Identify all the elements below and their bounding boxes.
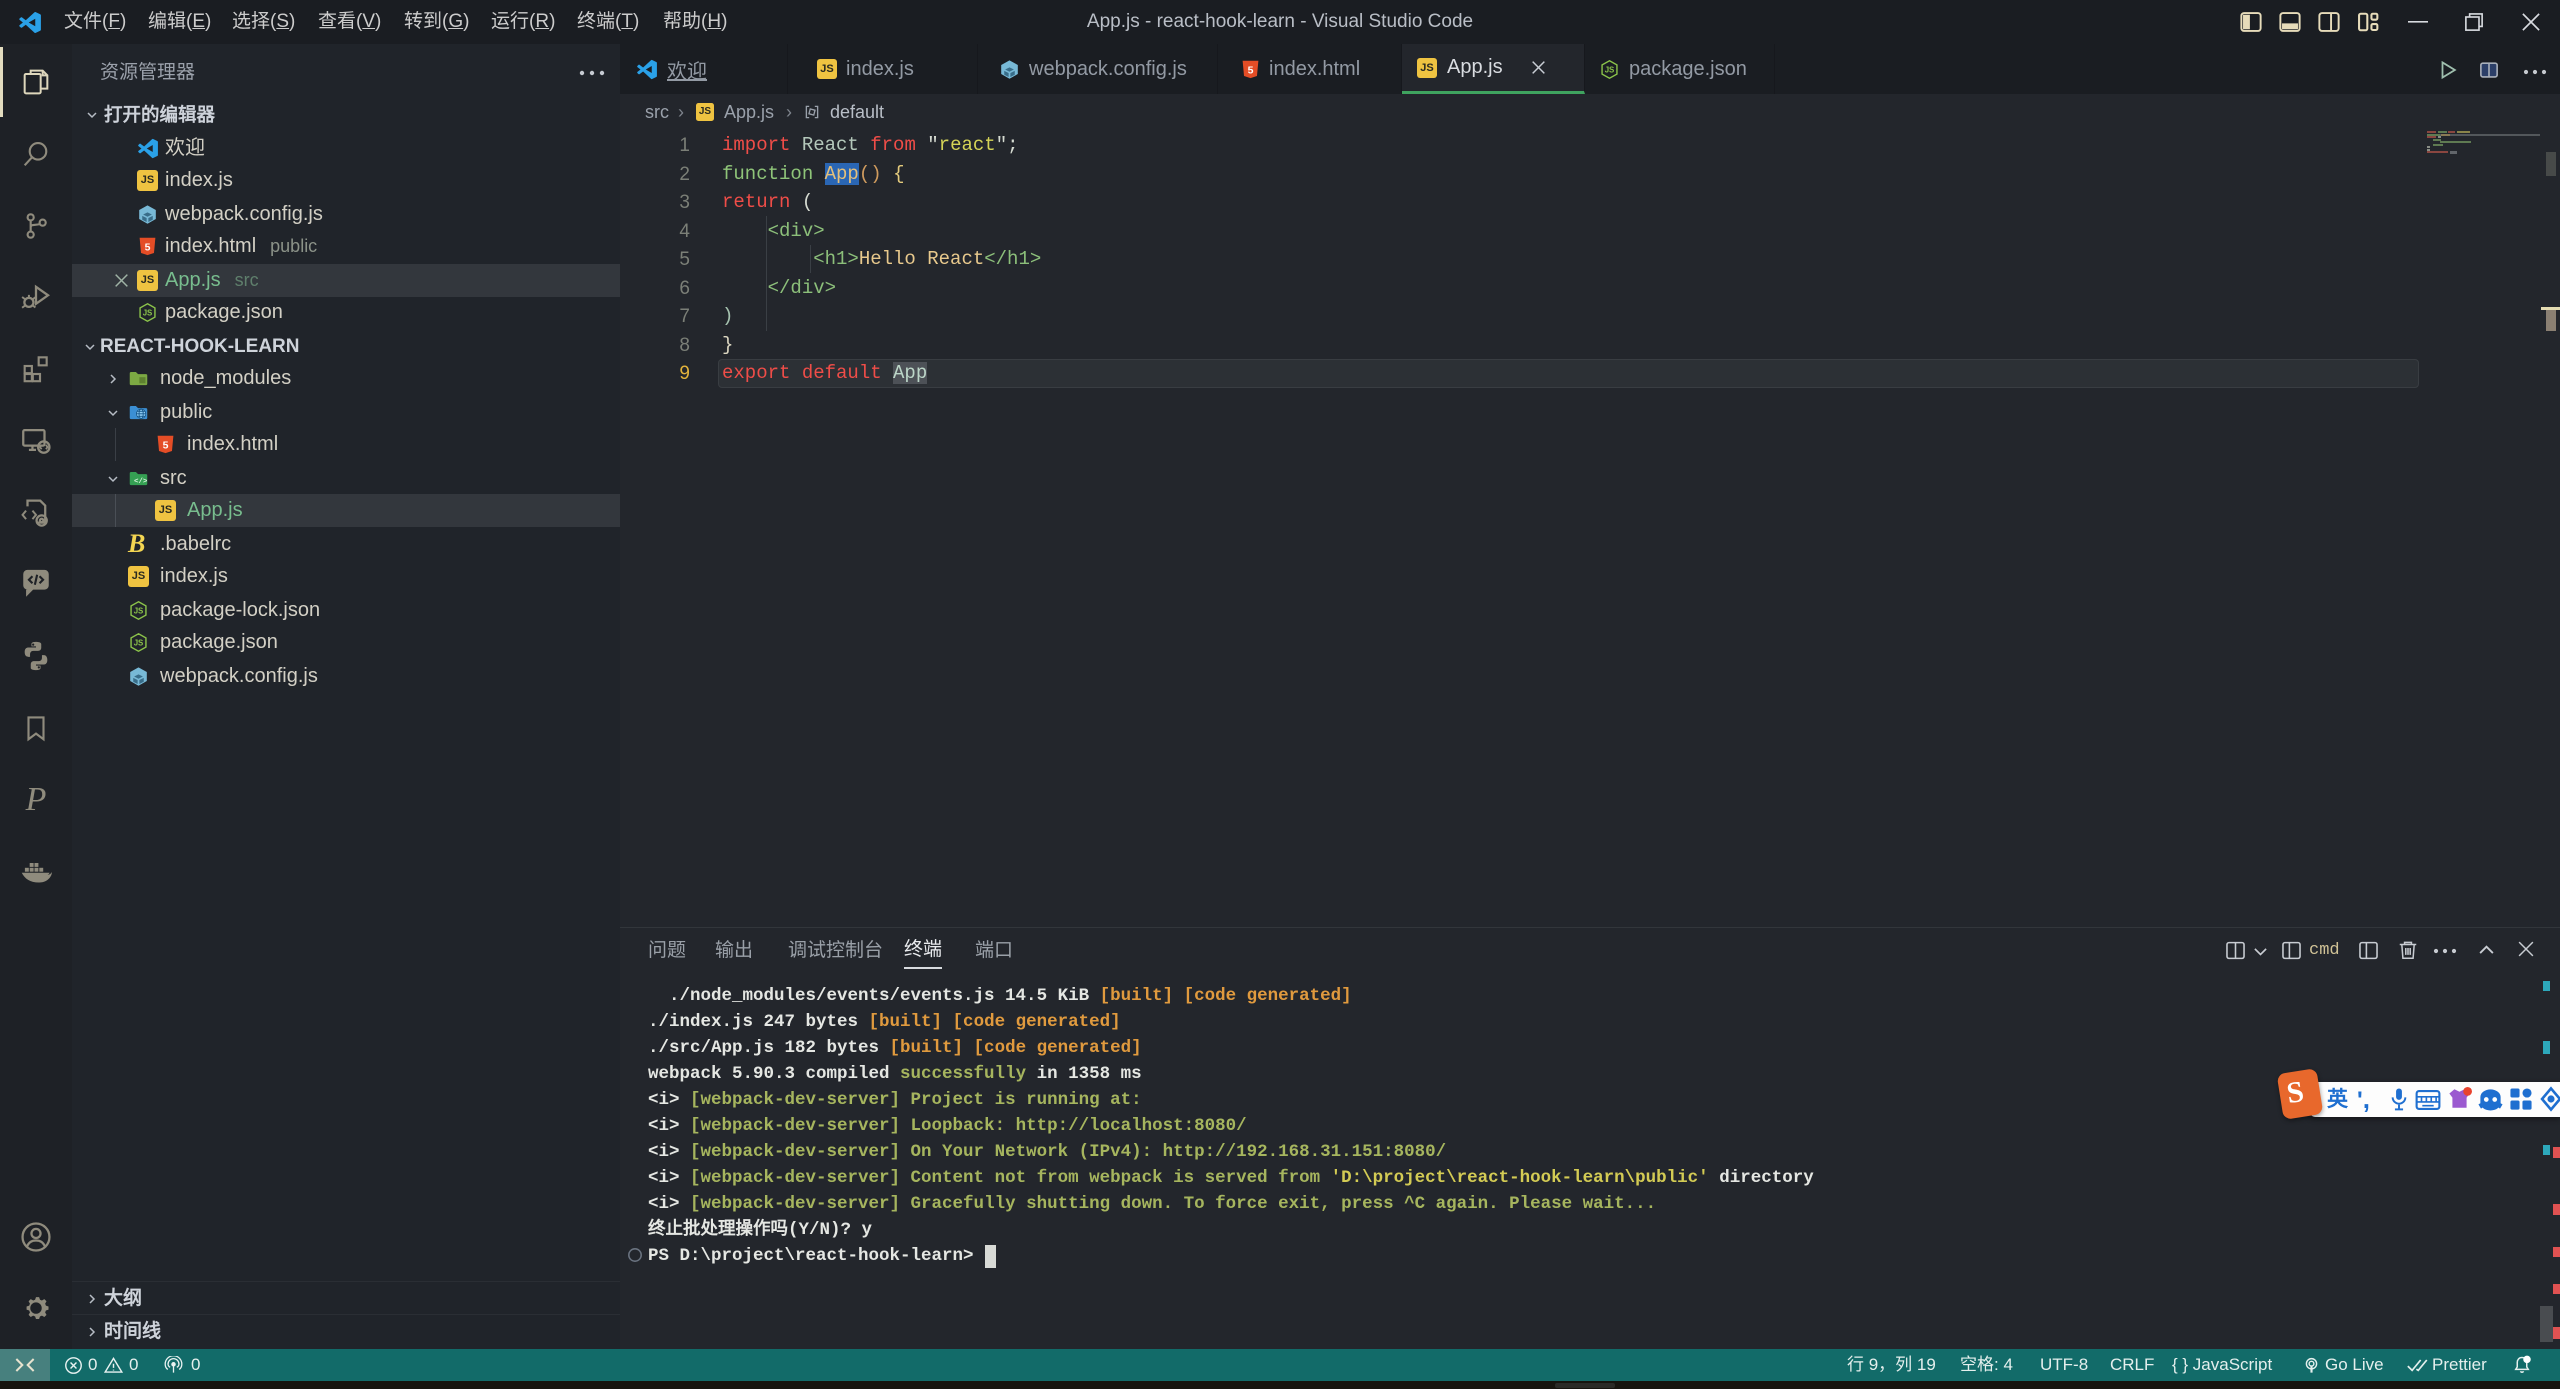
svg-text:5: 5 [1248,64,1254,76]
svg-text:JS: JS [1605,65,1615,74]
svg-text:JS: JS [134,639,144,648]
svg-text:JS: JS [143,309,153,318]
svg-text:</>: </> [134,478,148,486]
svg-text:JS: JS [134,607,144,616]
svg-text:5: 5 [163,439,169,451]
svg-text:5: 5 [145,241,151,253]
